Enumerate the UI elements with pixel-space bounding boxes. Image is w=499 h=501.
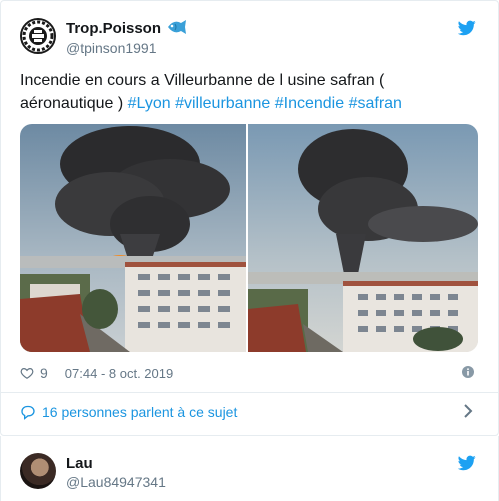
twitter-bird-icon[interactable]	[458, 20, 476, 36]
reply-avatar[interactable]	[20, 453, 56, 489]
hashtag-villeurbanne[interactable]: #villeurbanne	[175, 95, 270, 112]
heart-icon[interactable]	[20, 366, 34, 380]
hashtag-safran[interactable]: #safran	[349, 95, 402, 112]
reply-user-handle[interactable]: @Lau84947341	[66, 474, 166, 490]
timestamp[interactable]: 07:44 - 8 oct. 2019	[65, 366, 173, 381]
avatar-logo-icon	[22, 20, 54, 52]
like-count[interactable]: 9	[40, 365, 48, 381]
conversation-link[interactable]: 16 personnes parlent à ce sujet	[20, 402, 480, 422]
tweet-text: Incendie en cours a Villeurbanne de l us…	[20, 69, 470, 115]
fish-emoji-icon	[168, 20, 186, 34]
hashtag-incendie[interactable]: #Incendie	[275, 95, 344, 112]
twitter-bird-icon[interactable]	[458, 455, 476, 471]
tweet-meta: 9 07:44 - 8 oct. 2019	[20, 364, 173, 382]
divider	[0, 392, 499, 393]
hashtag-lyon[interactable]: #Lyon	[128, 95, 171, 112]
display-name[interactable]: Trop.Poisson	[66, 20, 161, 37]
user-handle[interactable]: @tpinson1991	[66, 40, 157, 56]
chevron-right-icon[interactable]	[463, 404, 473, 418]
info-icon[interactable]	[462, 366, 474, 378]
avatar[interactable]	[20, 18, 56, 54]
reply-display-name[interactable]: Lau	[66, 455, 93, 472]
fire-photo-left[interactable]	[20, 124, 246, 352]
speech-bubble-icon	[21, 405, 35, 420]
photo-grid	[20, 124, 478, 352]
conversation-link-label: 16 personnes parlent à ce sujet	[42, 404, 238, 420]
fire-photo-right[interactable]	[248, 124, 478, 352]
